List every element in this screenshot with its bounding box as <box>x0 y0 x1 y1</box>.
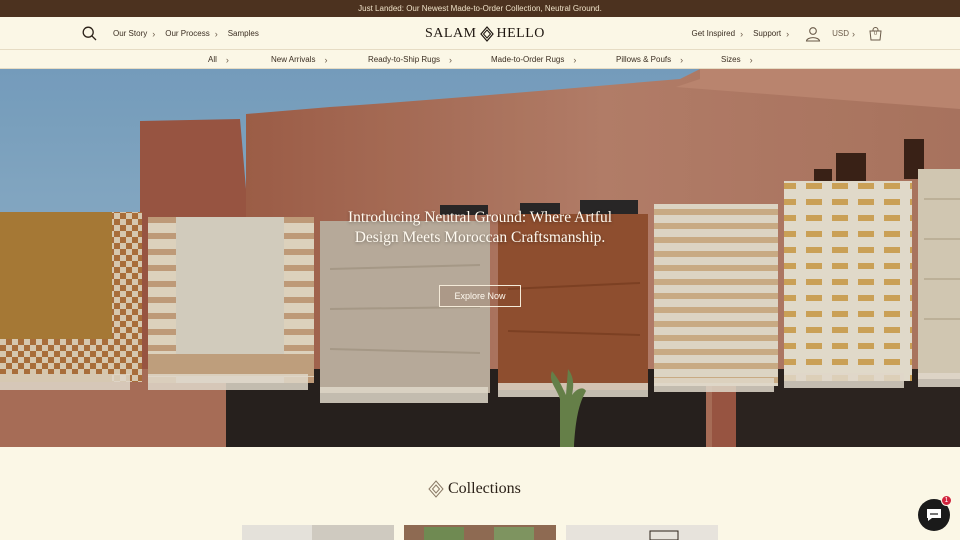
collections-heading: Collections <box>428 480 521 498</box>
hero-image <box>0 69 960 447</box>
category-new-arrivals[interactable]: New Arrivals › <box>271 50 327 69</box>
diamond-icon <box>428 480 444 498</box>
nav-get-inspired[interactable]: Get Inspired › <box>692 29 754 39</box>
chevron-right-icon: › <box>680 54 684 65</box>
category-all-label[interactable]: All <box>208 55 217 64</box>
nav-our-process[interactable]: Our Process › <box>165 29 227 39</box>
category-pillows-poufs-label[interactable]: Pillows & Poufs <box>616 55 671 64</box>
nav-get-inspired-label[interactable]: Get Inspired <box>692 29 736 38</box>
collection-card[interactable] <box>566 525 718 540</box>
nav-our-process-label[interactable]: Our Process <box>165 29 209 38</box>
category-ready-to-ship-label[interactable]: Ready-to-Ship Rugs <box>368 55 440 64</box>
chevron-right-icon: › <box>852 28 855 39</box>
category-sizes[interactable]: Sizes › <box>721 50 753 69</box>
category-ready-to-ship[interactable]: Ready-to-Ship Rugs › <box>368 50 452 69</box>
category-made-to-order[interactable]: Made-to-Order Rugs › <box>491 50 576 69</box>
nav-our-story-label[interactable]: Our Story <box>113 29 147 38</box>
header-left-nav: Our Story › Our Process › Samples <box>82 17 259 50</box>
category-sizes-label[interactable]: Sizes <box>721 55 741 64</box>
nav-our-story[interactable]: Our Story › <box>113 29 165 39</box>
chevron-right-icon: › <box>449 54 453 65</box>
category-new-arrivals-label[interactable]: New Arrivals <box>271 55 315 64</box>
collection-card[interactable] <box>242 525 394 540</box>
category-pillows-poufs[interactable]: Pillows & Poufs › <box>616 50 683 69</box>
explore-now-button[interactable]: Explore Now <box>439 285 521 307</box>
chevron-right-icon: › <box>573 54 577 65</box>
collection-card[interactable] <box>404 525 556 540</box>
logo-text-right: HELLO <box>496 26 545 41</box>
chevron-right-icon: › <box>786 28 790 39</box>
logo-diamond-icon <box>479 26 494 42</box>
site-header: Our Story › Our Process › Samples SALAM HE… <box>0 17 960 50</box>
nav-samples[interactable]: Samples <box>228 29 259 38</box>
chevron-right-icon: › <box>740 28 744 39</box>
chat-icon <box>927 509 941 521</box>
category-made-to-order-label[interactable]: Made-to-Order Rugs <box>491 55 564 64</box>
announcement-text[interactable]: Just Landed: Our Newest Made-to-Order Co… <box>358 4 602 13</box>
chevron-right-icon: › <box>214 28 218 39</box>
site-logo[interactable]: SALAM HELLO <box>425 25 545 43</box>
category-all[interactable]: All › <box>208 50 229 69</box>
currency-label[interactable]: USD <box>832 29 849 38</box>
cart-count: 0 <box>873 30 878 37</box>
announcement-bar[interactable]: Just Landed: Our Newest Made-to-Order Co… <box>0 0 960 17</box>
header-right-nav: Get Inspired › Support › USD › 0 <box>692 17 883 50</box>
account-icon[interactable] <box>805 26 821 42</box>
currency-selector[interactable]: USD › <box>832 29 869 39</box>
chevron-right-icon: › <box>324 54 328 65</box>
nav-support-label[interactable]: Support <box>753 29 781 38</box>
cart-icon[interactable]: 0 <box>869 26 882 41</box>
nav-samples-label[interactable]: Samples <box>228 29 259 38</box>
collections-title: Collections <box>448 480 521 497</box>
chat-notification-badge: 1 <box>941 495 952 506</box>
hero-title: Introducing Neutral Ground: Where Artful… <box>348 209 612 246</box>
chevron-right-icon: › <box>749 54 753 65</box>
chevron-right-icon: › <box>152 28 156 39</box>
hero-banner[interactable]: Introducing Neutral Ground: Where Artful… <box>0 69 960 447</box>
logo-text-left: SALAM <box>425 26 477 41</box>
nav-support[interactable]: Support › <box>753 29 805 39</box>
chevron-right-icon: › <box>225 54 229 65</box>
category-nav: All › New Arrivals › Ready-to-Ship Rugs › M… <box>0 50 960 69</box>
search-icon[interactable] <box>82 26 97 41</box>
collections-section: Collections <box>0 447 960 540</box>
